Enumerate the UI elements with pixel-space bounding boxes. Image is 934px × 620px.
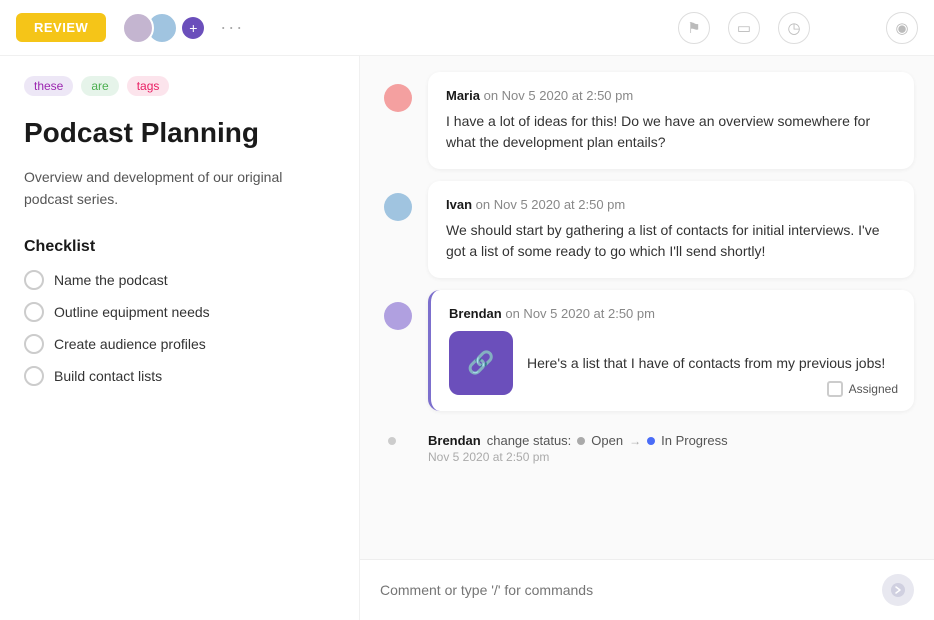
comment-author-ivan: Ivan xyxy=(446,197,472,212)
comment-timestamp-ivan: on Nov 5 2020 at 2:50 pm xyxy=(476,197,626,212)
status-timestamp: Nov 5 2020 at 2:50 pm xyxy=(428,450,914,464)
attachment-thumb[interactable]: 🔗 xyxy=(449,331,513,395)
comment-timestamp-brendan: on Nov 5 2020 at 2:50 pm xyxy=(505,306,655,321)
comment-input-row xyxy=(360,559,934,620)
checklist-label-1: Name the podcast xyxy=(54,272,168,288)
assigned-badge[interactable]: Assigned xyxy=(827,381,898,397)
send-button[interactable] xyxy=(882,574,914,606)
review-button[interactable]: REVIEW xyxy=(16,13,106,42)
comment-author-brendan: Brendan xyxy=(449,306,502,321)
checklist-label-2: Outline equipment needs xyxy=(54,304,210,320)
status-dot-open xyxy=(577,437,585,445)
left-panel: these are tags Podcast Planning Overview… xyxy=(0,56,360,620)
toolbar-icons: ⚑ ▭ ◷ ◉ xyxy=(678,12,918,44)
checklist-label-3: Create audience profiles xyxy=(54,336,206,352)
status-dot-inprogress xyxy=(647,437,655,445)
comment-author-maria: Maria xyxy=(446,88,480,103)
checkbox-4[interactable] xyxy=(24,366,44,386)
tag-tags[interactable]: tags xyxy=(127,76,170,96)
status-to: In Progress xyxy=(661,433,727,448)
tag-these[interactable]: these xyxy=(24,76,73,96)
comment-text-maria: I have a lot of ideas for this! Do we ha… xyxy=(446,111,896,153)
comment-text-ivan: We should start by gathering a list of c… xyxy=(446,220,896,262)
avatar-group: + xyxy=(122,12,204,44)
comment-card-maria: Maria on Nov 5 2020 at 2:50 pm I have a … xyxy=(428,72,914,169)
comment-header-brendan: Brendan on Nov 5 2020 at 2:50 pm xyxy=(449,306,896,321)
comment-header-ivan: Ivan on Nov 5 2020 at 2:50 pm xyxy=(446,197,896,212)
checkbox-3[interactable] xyxy=(24,334,44,354)
clock-icon[interactable]: ◷ xyxy=(778,12,810,44)
comments-area: Maria on Nov 5 2020 at 2:50 pm I have a … xyxy=(360,56,934,559)
tags-row: these are tags xyxy=(24,76,335,96)
eye-icon[interactable]: ◉ xyxy=(886,12,918,44)
calendar-icon[interactable]: ▭ xyxy=(728,12,760,44)
comment-ivan-wrapper: Ivan on Nov 5 2020 at 2:50 pm We should … xyxy=(428,181,914,278)
avatar-maria xyxy=(384,84,412,112)
status-change-wrapper: Brendan change status: Open → In Progres… xyxy=(428,423,914,474)
checklist-item-2: Outline equipment needs xyxy=(24,302,335,322)
checklist-item-4: Build contact lists xyxy=(24,366,335,386)
checklist-label-4: Build contact lists xyxy=(54,368,162,384)
top-bar: REVIEW + ··· ⚑ ▭ ◷ ◉ xyxy=(0,0,934,56)
status-change-label: change status: xyxy=(487,433,572,448)
arrow-icon: → xyxy=(629,434,641,448)
page-description: Overview and development of our original… xyxy=(24,166,335,211)
comment-timestamp-maria: on Nov 5 2020 at 2:50 pm xyxy=(484,88,634,103)
main-layout: these are tags Podcast Planning Overview… xyxy=(0,56,934,620)
comment-brendan-wrapper: Brendan on Nov 5 2020 at 2:50 pm 🔗 Here'… xyxy=(428,290,914,411)
status-author: Brendan xyxy=(428,433,481,448)
comment-card-brendan: Brendan on Nov 5 2020 at 2:50 pm 🔗 Here'… xyxy=(428,290,914,411)
avatar-ivan xyxy=(384,193,412,221)
comment-input[interactable] xyxy=(380,582,872,598)
checklist-item-1: Name the podcast xyxy=(24,270,335,290)
status-change-row: Brendan change status: Open → In Progres… xyxy=(428,433,914,448)
comment-maria-wrapper: Maria on Nov 5 2020 at 2:50 pm I have a … xyxy=(428,72,914,169)
assigned-checkbox[interactable] xyxy=(827,381,843,397)
assigned-label: Assigned xyxy=(849,382,898,396)
checkbox-2[interactable] xyxy=(24,302,44,322)
avatar-user-1 xyxy=(122,12,154,44)
send-icon xyxy=(890,582,906,598)
status-bullet xyxy=(388,437,396,445)
avatar-brendan xyxy=(384,302,412,330)
status-from: Open xyxy=(591,433,623,448)
comment-text-brendan: Here's a list that I have of contacts fr… xyxy=(527,353,885,374)
flag-icon[interactable]: ⚑ xyxy=(678,12,710,44)
checklist-title: Checklist xyxy=(24,238,335,256)
checkbox-1[interactable] xyxy=(24,270,44,290)
comment-card-ivan: Ivan on Nov 5 2020 at 2:50 pm We should … xyxy=(428,181,914,278)
right-panel: Maria on Nov 5 2020 at 2:50 pm I have a … xyxy=(360,56,934,620)
comment-header-maria: Maria on Nov 5 2020 at 2:50 pm xyxy=(446,88,896,103)
checklist-item-3: Create audience profiles xyxy=(24,334,335,354)
add-member-button[interactable]: + xyxy=(182,17,204,39)
tag-are[interactable]: are xyxy=(81,76,118,96)
more-options-button[interactable]: ··· xyxy=(220,17,244,38)
page-title: Podcast Planning xyxy=(24,116,335,150)
